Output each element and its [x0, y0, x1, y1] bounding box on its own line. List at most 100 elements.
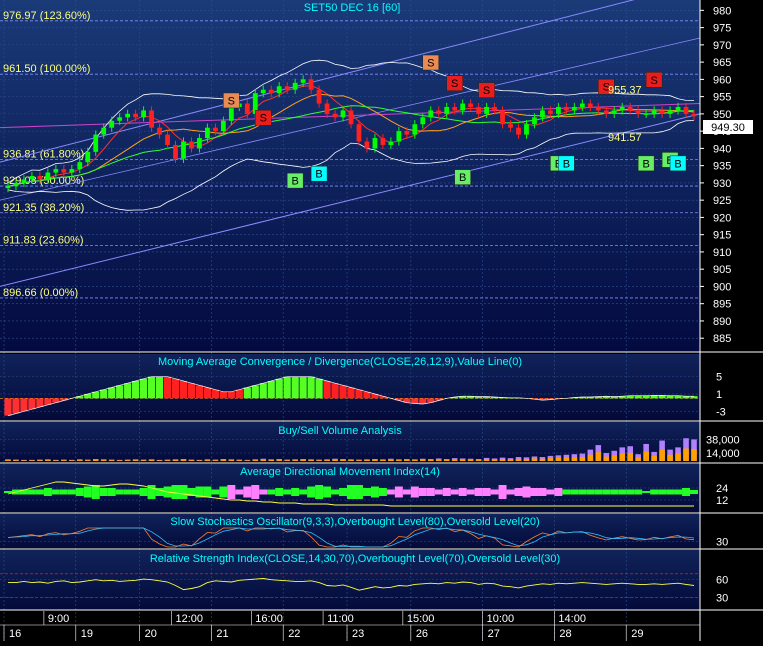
volume-buy-bar: [372, 459, 378, 461]
candle-body: [388, 141, 394, 145]
adx-di-bar: [362, 488, 371, 496]
candle-body: [595, 106, 601, 111]
price-chart-title: SET50 DEC 16 [60]: [304, 2, 401, 14]
adx-di-bar: [275, 488, 284, 496]
candle-body: [436, 110, 442, 114]
adx-di-bar: [650, 489, 659, 495]
adx-di-bar: [514, 488, 523, 496]
candle-body: [380, 138, 386, 145]
adx-di-bar: [75, 488, 84, 496]
adx-di-bar: [434, 489, 443, 495]
volume-buy-bar: [388, 459, 394, 461]
volume-buy-bar: [420, 459, 426, 461]
volume-buy-bar: [21, 460, 27, 461]
time-label: 15:00: [407, 613, 435, 625]
time-label: 11:00: [327, 613, 354, 625]
trade-signal-label: S: [260, 113, 267, 125]
candle-body: [5, 186, 11, 189]
volume-buy-bar: [595, 452, 602, 461]
adx-di-bar: [626, 489, 635, 495]
candle-body: [667, 110, 673, 114]
adx-di-bar: [291, 488, 300, 496]
volume-buy-bar: [667, 454, 673, 461]
date-label: 23: [352, 628, 364, 640]
adx-di-bar: [530, 488, 539, 496]
adx-di-bar: [243, 486, 252, 498]
candle-body: [444, 106, 450, 114]
price-axis-label: 890: [713, 316, 731, 328]
adx-di-bar: [35, 489, 44, 495]
adx-di-bar: [498, 485, 507, 499]
volume-buy-bar: [643, 451, 649, 461]
volume-buy-bar: [5, 460, 11, 461]
adx-di-bar: [323, 486, 332, 498]
volume-buy-bar: [364, 460, 370, 461]
adx-di-bar: [474, 488, 483, 496]
volume-buy-bar: [340, 459, 346, 461]
adx-di-bar: [370, 486, 379, 498]
volume-buy-bar: [579, 456, 586, 461]
chart-window: 986.19 (138.20%)976.97 (123.60%)961.50 (…: [0, 0, 763, 641]
candle-body: [125, 113, 131, 118]
adx-di-bar: [51, 489, 60, 495]
candle-body: [53, 169, 59, 173]
candle-body: [404, 131, 410, 135]
candle-body: [93, 134, 99, 152]
volume-buy-bar: [435, 459, 442, 461]
volume-buy-bar: [619, 453, 626, 461]
candle-body: [117, 117, 123, 121]
price-axis-label: 975: [713, 23, 731, 35]
macd-axis-label: -3: [716, 406, 726, 418]
volume-buy-bar: [443, 459, 450, 461]
volume-buy-bar: [276, 459, 282, 461]
adx-di-bar: [131, 489, 140, 495]
candle-body: [563, 106, 569, 111]
adx-di-bar: [554, 488, 563, 496]
volume-buy-bar: [260, 459, 267, 461]
candle-body: [587, 103, 593, 107]
adx-di-bar: [59, 489, 68, 495]
volume-buy-bar: [603, 456, 610, 461]
volume-buy-bar: [356, 460, 362, 461]
adx-di-bar: [634, 489, 643, 495]
volume-buy-bar: [523, 458, 530, 461]
volume-buy-bar: [76, 460, 83, 461]
candle-body: [500, 110, 505, 125]
adx-di-bar: [642, 491, 651, 493]
volume-buy-bar: [100, 460, 107, 461]
volume-buy-bar: [475, 459, 482, 461]
candle-body: [85, 151, 91, 163]
price-axis-label: 980: [713, 5, 731, 17]
date-label: 22: [288, 628, 300, 640]
candle-body: [611, 110, 617, 114]
candle-body: [101, 127, 107, 135]
date-label: 29: [631, 628, 643, 640]
adx-di-bar: [538, 488, 547, 496]
candle-body: [141, 110, 146, 118]
price-axis-label: 905: [713, 264, 731, 276]
volume-buy-bar: [140, 460, 147, 461]
volume-buy-bar: [84, 460, 91, 461]
volume-buy-bar: [675, 453, 681, 461]
macd-axis-label: 1: [716, 389, 722, 401]
volume-buy-bar: [531, 458, 538, 461]
volume-buy-bar: [148, 460, 155, 461]
candle-body: [109, 120, 115, 128]
volume-buy-bar: [124, 460, 131, 461]
adx-title: Average Directional Movement Index(14): [240, 466, 440, 478]
candle-body: [548, 110, 553, 114]
trade-signal-label: B: [642, 158, 649, 170]
candle-body: [540, 110, 545, 118]
adx-di-bar: [307, 486, 316, 498]
adx-di-bar: [123, 489, 132, 495]
rsi-axis-label: 30: [716, 592, 728, 604]
price-axis-label: 915: [713, 230, 731, 242]
adx-di-bar: [251, 485, 260, 499]
volume-buy-bar: [412, 460, 418, 461]
candle-body: [212, 127, 218, 132]
candle-body: [133, 113, 139, 118]
price-axis-label: 885: [713, 333, 731, 345]
volume-buy-bar: [491, 459, 498, 461]
candle-body: [181, 141, 186, 159]
volume-buy-bar: [691, 449, 697, 461]
